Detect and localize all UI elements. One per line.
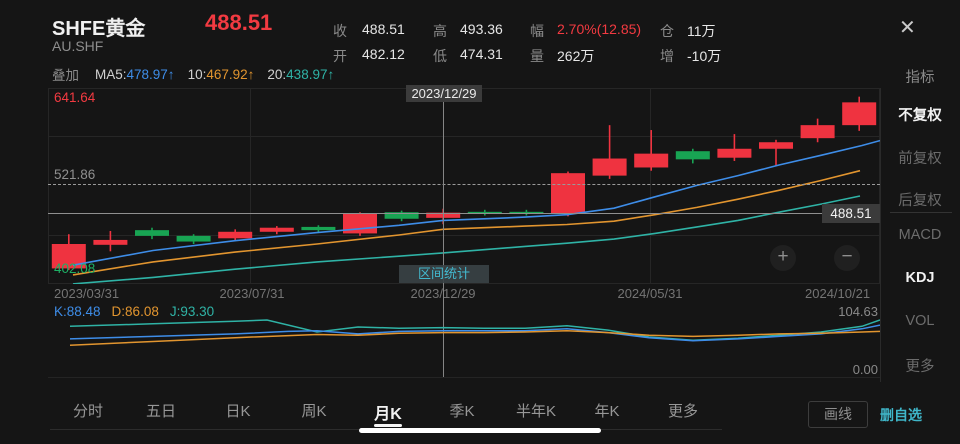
stat-label-open-interest: 仓: [660, 21, 674, 41]
x-axis-label-0: 2023/03/31: [54, 286, 119, 301]
delete-watchlist-button[interactable]: 删自选: [880, 405, 922, 425]
stat-label-high: 高: [433, 21, 447, 41]
stat-label-oi-change: 增: [660, 46, 674, 66]
tab-half-year-k[interactable]: 半年K: [516, 400, 556, 421]
range-statistics-button[interactable]: 区间统计: [399, 265, 489, 283]
stat-value-low: 474.31: [460, 46, 503, 62]
x-axis-label-1: 2023/07/31: [219, 286, 284, 301]
ma-overlay-bar: 叠加 MA5:478.97↑ 10:467.92↑ 20:438.97↑: [52, 64, 347, 84]
ma20-readout: 20:438.97↑: [267, 67, 334, 82]
stat-label-close: 收: [333, 21, 347, 41]
stat-label-low: 低: [433, 46, 447, 66]
dashed-level-line: [48, 184, 880, 185]
kdj-j-value: J:93.30: [170, 304, 214, 319]
sidebar-item-macd[interactable]: MACD: [880, 227, 960, 243]
tab-monthly-k[interactable]: 月K: [374, 400, 402, 424]
stat-label-open: 开: [333, 46, 347, 66]
crosshair-date-tooltip: 2023/12/29: [406, 85, 482, 102]
sidebar-item-kdj[interactable]: KDJ: [880, 270, 960, 286]
y-axis-mid-label: 521.86: [54, 167, 95, 182]
tab-more[interactable]: 更多: [668, 400, 698, 421]
tab-quarterly-k[interactable]: 季K: [449, 400, 474, 421]
home-indicator: [359, 428, 601, 433]
ma10-readout: 10:467.92↑: [188, 67, 255, 82]
sidebar-section-divider: [890, 212, 952, 213]
tab-daily-k[interactable]: 日K: [225, 400, 250, 421]
stat-value-high: 493.36: [460, 21, 503, 37]
kdj-k-value: K:88.48: [54, 304, 101, 319]
kdj-max-label: 104.63: [822, 304, 878, 319]
trading-app-window: SHFE黄金 488.51 AU.SHF 收 488.51 高 493.36 幅…: [0, 0, 960, 444]
crosshair-horizontal-line: [48, 213, 880, 214]
candlestick-chart[interactable]: [48, 88, 880, 284]
x-axis-label-3: 2024/05/31: [617, 286, 682, 301]
sidebar-item-no-adjust[interactable]: 不复权: [880, 104, 960, 125]
y-axis-min-label: 402.08: [54, 261, 95, 276]
zoom-in-button[interactable]: +: [770, 245, 796, 271]
last-price: 488.51: [205, 10, 272, 36]
sidebar-item-backward-adjust[interactable]: 后复权: [880, 189, 960, 210]
instrument-symbol: AU.SHF: [52, 38, 103, 54]
instrument-title: SHFE黄金: [52, 12, 145, 41]
zoom-out-button[interactable]: −: [834, 245, 860, 271]
y-axis-max-label: 641.64: [54, 90, 95, 105]
kdj-d-value: D:86.08: [112, 304, 159, 319]
close-icon[interactable]: ✕: [899, 15, 916, 40]
stat-value-change: 2.70%(12.85): [557, 21, 641, 37]
kdj-readout: K:88.48 D:86.08 J:93.30: [54, 304, 214, 319]
x-axis-label-2: 2023/12/29: [410, 286, 475, 301]
sidebar-header-indicators: 指标: [880, 66, 960, 87]
kdj-panel-border: [48, 377, 880, 378]
draw-line-button[interactable]: 画线: [808, 401, 868, 428]
tab-yearly-k[interactable]: 年K: [594, 400, 619, 421]
stat-value-volume: 262万: [557, 46, 594, 66]
overlay-toggle[interactable]: 叠加: [52, 64, 79, 84]
stat-label-volume: 量: [530, 46, 544, 66]
sidebar-item-vol[interactable]: VOL: [880, 313, 960, 329]
active-tab-underline: [374, 424, 402, 427]
tab-five-day[interactable]: 五日: [146, 400, 176, 421]
stat-label-change: 幅: [530, 21, 544, 41]
stat-value-open: 482.12: [362, 46, 405, 62]
stat-value-open-interest: 11万: [687, 21, 716, 41]
stat-value-oi-change: -10万: [687, 46, 721, 66]
kdj-min-label: 0.00: [822, 362, 878, 377]
crosshair-price-tag: 488.51: [822, 204, 880, 223]
sidebar-item-forward-adjust[interactable]: 前复权: [880, 147, 960, 168]
ma5-readout: MA5:478.97↑: [95, 67, 175, 82]
stat-value-close: 488.51: [362, 21, 405, 37]
sidebar-item-more[interactable]: 更多: [880, 355, 960, 376]
tab-weekly-k[interactable]: 周K: [301, 400, 326, 421]
x-axis-label-4: 2024/10/21: [805, 286, 870, 301]
tab-intraday[interactable]: 分时: [73, 400, 103, 421]
